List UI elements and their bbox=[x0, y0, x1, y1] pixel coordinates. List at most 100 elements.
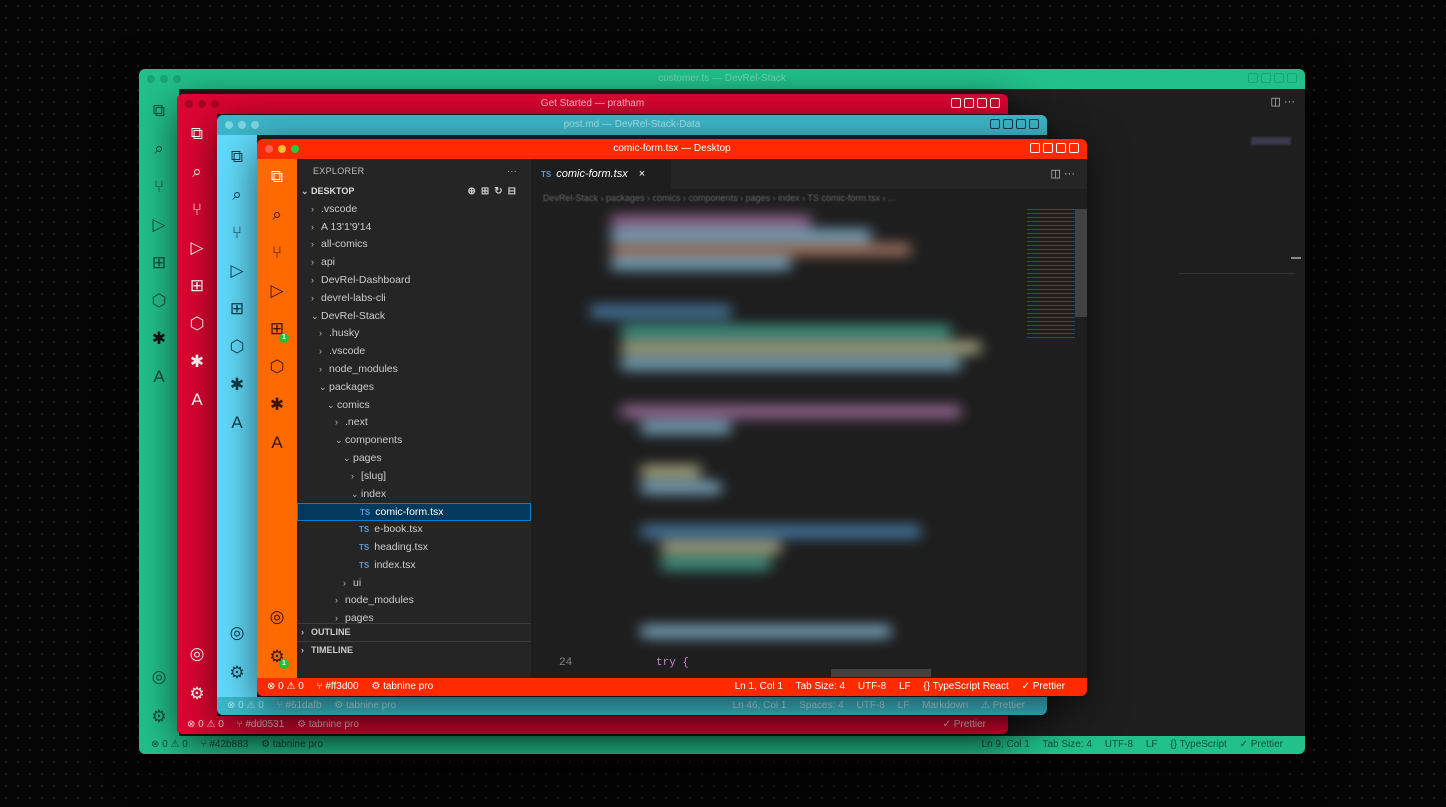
close-icon[interactable]: × bbox=[639, 168, 645, 180]
explorer-icon[interactable]: ⧉ bbox=[177, 124, 217, 144]
prettier-indicator[interactable]: ✓ Prettier bbox=[1240, 739, 1283, 750]
extensions-icon[interactable]: ⊞ bbox=[217, 299, 257, 319]
octopus-icon[interactable]: ✱ bbox=[217, 375, 257, 395]
prettier-indicator[interactable]: ✓ Prettier bbox=[943, 719, 986, 730]
account-icon[interactable]: ◎ bbox=[217, 623, 257, 643]
encoding[interactable]: UTF-8 bbox=[1105, 739, 1133, 750]
azure-icon[interactable]: A bbox=[217, 413, 257, 433]
encoding[interactable]: UTF-8 bbox=[858, 681, 886, 692]
folder-item[interactable]: › ui bbox=[297, 575, 531, 593]
folder-item[interactable]: › .husky bbox=[297, 325, 531, 343]
source-control-icon[interactable]: ⑂ bbox=[177, 200, 217, 220]
azure-icon[interactable]: A bbox=[257, 433, 297, 453]
extensions-icon[interactable]: ⊞ bbox=[139, 253, 179, 273]
account-icon[interactable]: ◎ bbox=[177, 644, 217, 664]
layout-icons[interactable] bbox=[1030, 143, 1079, 153]
folder-item[interactable]: › node_modules bbox=[297, 592, 531, 610]
octopus-icon[interactable]: ✱ bbox=[139, 329, 179, 349]
folder-item[interactable]: › .next bbox=[297, 414, 531, 432]
cursor-position[interactable]: Ln 46, Col 1 bbox=[733, 700, 787, 711]
account-icon[interactable]: ◎ bbox=[257, 607, 297, 627]
language-mode[interactable]: Markdown bbox=[922, 700, 968, 711]
folder-item[interactable]: ⌄ pages bbox=[297, 450, 531, 468]
language-mode[interactable]: {} TypeScript React bbox=[923, 681, 1008, 692]
problems-indicator[interactable]: ⊗ 0 ⚠ 0 bbox=[151, 739, 188, 750]
file-item[interactable]: TS index.tsx bbox=[297, 557, 531, 575]
octopus-icon[interactable]: ✱ bbox=[177, 352, 217, 372]
file-item[interactable]: TS heading.tsx bbox=[297, 539, 531, 557]
minimap[interactable] bbox=[1025, 209, 1087, 678]
traffic-lights[interactable] bbox=[265, 145, 299, 153]
eol[interactable]: LF bbox=[898, 700, 910, 711]
explorer-more-button[interactable]: ··· bbox=[507, 159, 517, 183]
search-icon[interactable]: ⌕ bbox=[177, 162, 217, 182]
tabnine-indicator[interactable]: ⚙ tabnine pro bbox=[297, 719, 359, 730]
tabnine-indicator[interactable]: ⚙ tabnine pro bbox=[334, 700, 396, 711]
problems-indicator[interactable]: ⊗ 0 ⚠ 0 bbox=[267, 681, 304, 692]
settings-gear-icon[interactable]: ⚙ 1 bbox=[257, 647, 297, 669]
cursor-position[interactable]: Ln 9, Col 1 bbox=[981, 739, 1029, 750]
explorer-icon[interactable]: ⧉ bbox=[139, 101, 179, 121]
folder-item[interactable]: › [slug] bbox=[297, 468, 531, 486]
settings-gear-icon[interactable]: ⚙ bbox=[177, 684, 217, 704]
tabnine-indicator[interactable]: ⚙ tabnine pro bbox=[261, 739, 323, 750]
branch-indicator[interactable]: ⑂ #ff3d00 bbox=[317, 681, 359, 692]
branch-indicator[interactable]: ⑂ #61dafb bbox=[277, 700, 322, 711]
tab-size[interactable]: Tab Size: 4 bbox=[796, 681, 845, 692]
editor-actions[interactable]: ◫ ··· bbox=[1051, 167, 1075, 180]
traffic-lights[interactable] bbox=[147, 75, 181, 83]
breadcrumb[interactable]: DevRel-Stack › packages › comics › compo… bbox=[543, 193, 895, 203]
outline-section[interactable]: › OUTLINE bbox=[297, 623, 531, 642]
run-debug-icon[interactable]: ▷ bbox=[177, 238, 217, 258]
hexagon-icon[interactable]: ⬡ bbox=[139, 291, 179, 311]
source-control-icon[interactable]: ⑂ bbox=[139, 177, 179, 197]
layout-icons[interactable] bbox=[1248, 73, 1297, 83]
account-icon[interactable]: ◎ bbox=[139, 667, 179, 687]
explorer-icon[interactable]: ⧉ bbox=[217, 147, 257, 167]
prettier-indicator[interactable]: ✓ Prettier bbox=[1022, 681, 1065, 692]
root-folder-header[interactable]: ⌄ DESKTOP ⊕⊞↻⊟ bbox=[297, 183, 531, 201]
problems-indicator[interactable]: ⊗ 0 ⚠ 0 bbox=[227, 700, 264, 711]
search-icon[interactable]: ⌕ bbox=[217, 185, 257, 205]
tabnine-indicator[interactable]: ⚙ tabnine pro bbox=[371, 681, 433, 692]
search-icon[interactable]: ⌕ bbox=[139, 139, 179, 159]
tab-size[interactable]: Tab Size: 4 bbox=[1042, 739, 1091, 750]
explorer-icon[interactable]: ⧉ bbox=[257, 167, 297, 187]
branch-indicator[interactable]: ⑂ #42b883 bbox=[201, 739, 249, 750]
folder-item[interactable]: › A 13'1'9'14 bbox=[297, 219, 531, 237]
folder-item[interactable]: ⌄ index bbox=[297, 486, 531, 504]
hexagon-icon[interactable]: ⬡ bbox=[177, 314, 217, 334]
traffic-lights[interactable] bbox=[225, 121, 259, 129]
folder-item[interactable]: › .vscode bbox=[297, 201, 531, 219]
traffic-lights[interactable] bbox=[185, 100, 219, 108]
layout-icons[interactable] bbox=[951, 98, 1000, 108]
horizontal-scrollbar[interactable] bbox=[831, 669, 931, 677]
file-item[interactable]: TS e-book.tsx bbox=[297, 521, 531, 539]
file-item[interactable]: TS comic-form.tsx bbox=[297, 503, 531, 522]
tab-comic-form[interactable]: TS comic-form.tsx × bbox=[531, 159, 671, 189]
folder-item[interactable]: ⌄ components bbox=[297, 432, 531, 450]
folder-item[interactable]: › devrel-labs-cli bbox=[297, 290, 531, 308]
extensions-icon[interactable]: ⊞ 1 bbox=[257, 319, 297, 343]
eol[interactable]: LF bbox=[899, 681, 911, 692]
settings-gear-icon[interactable]: ⚙ bbox=[217, 663, 257, 683]
hexagon-icon[interactable]: ⬡ bbox=[217, 337, 257, 357]
folder-item[interactable]: › all-comics bbox=[297, 236, 531, 254]
indentation[interactable]: Spaces: 4 bbox=[799, 700, 843, 711]
cursor-position[interactable]: Ln 1, Col 1 bbox=[735, 681, 783, 692]
azure-icon[interactable]: A bbox=[139, 367, 179, 387]
octopus-icon[interactable]: ✱ bbox=[257, 395, 297, 415]
eol[interactable]: LF bbox=[1146, 739, 1158, 750]
run-debug-icon[interactable]: ▷ bbox=[257, 281, 297, 301]
problems-indicator[interactable]: ⊗ 0 ⚠ 0 bbox=[187, 719, 224, 730]
editor-actions[interactable]: ◫ ··· bbox=[1271, 95, 1295, 108]
search-icon[interactable]: ⌕ bbox=[257, 205, 297, 225]
layout-icons[interactable] bbox=[990, 119, 1039, 129]
encoding[interactable]: UTF-8 bbox=[857, 700, 885, 711]
folder-item[interactable]: ⌄ packages bbox=[297, 379, 531, 397]
source-control-icon[interactable]: ⑂ bbox=[257, 243, 297, 263]
folder-item[interactable]: › DevRel-Dashboard bbox=[297, 272, 531, 290]
source-control-icon[interactable]: ⑂ bbox=[217, 223, 257, 243]
run-debug-icon[interactable]: ▷ bbox=[139, 215, 179, 235]
language-mode[interactable]: {} TypeScript bbox=[1170, 739, 1227, 750]
